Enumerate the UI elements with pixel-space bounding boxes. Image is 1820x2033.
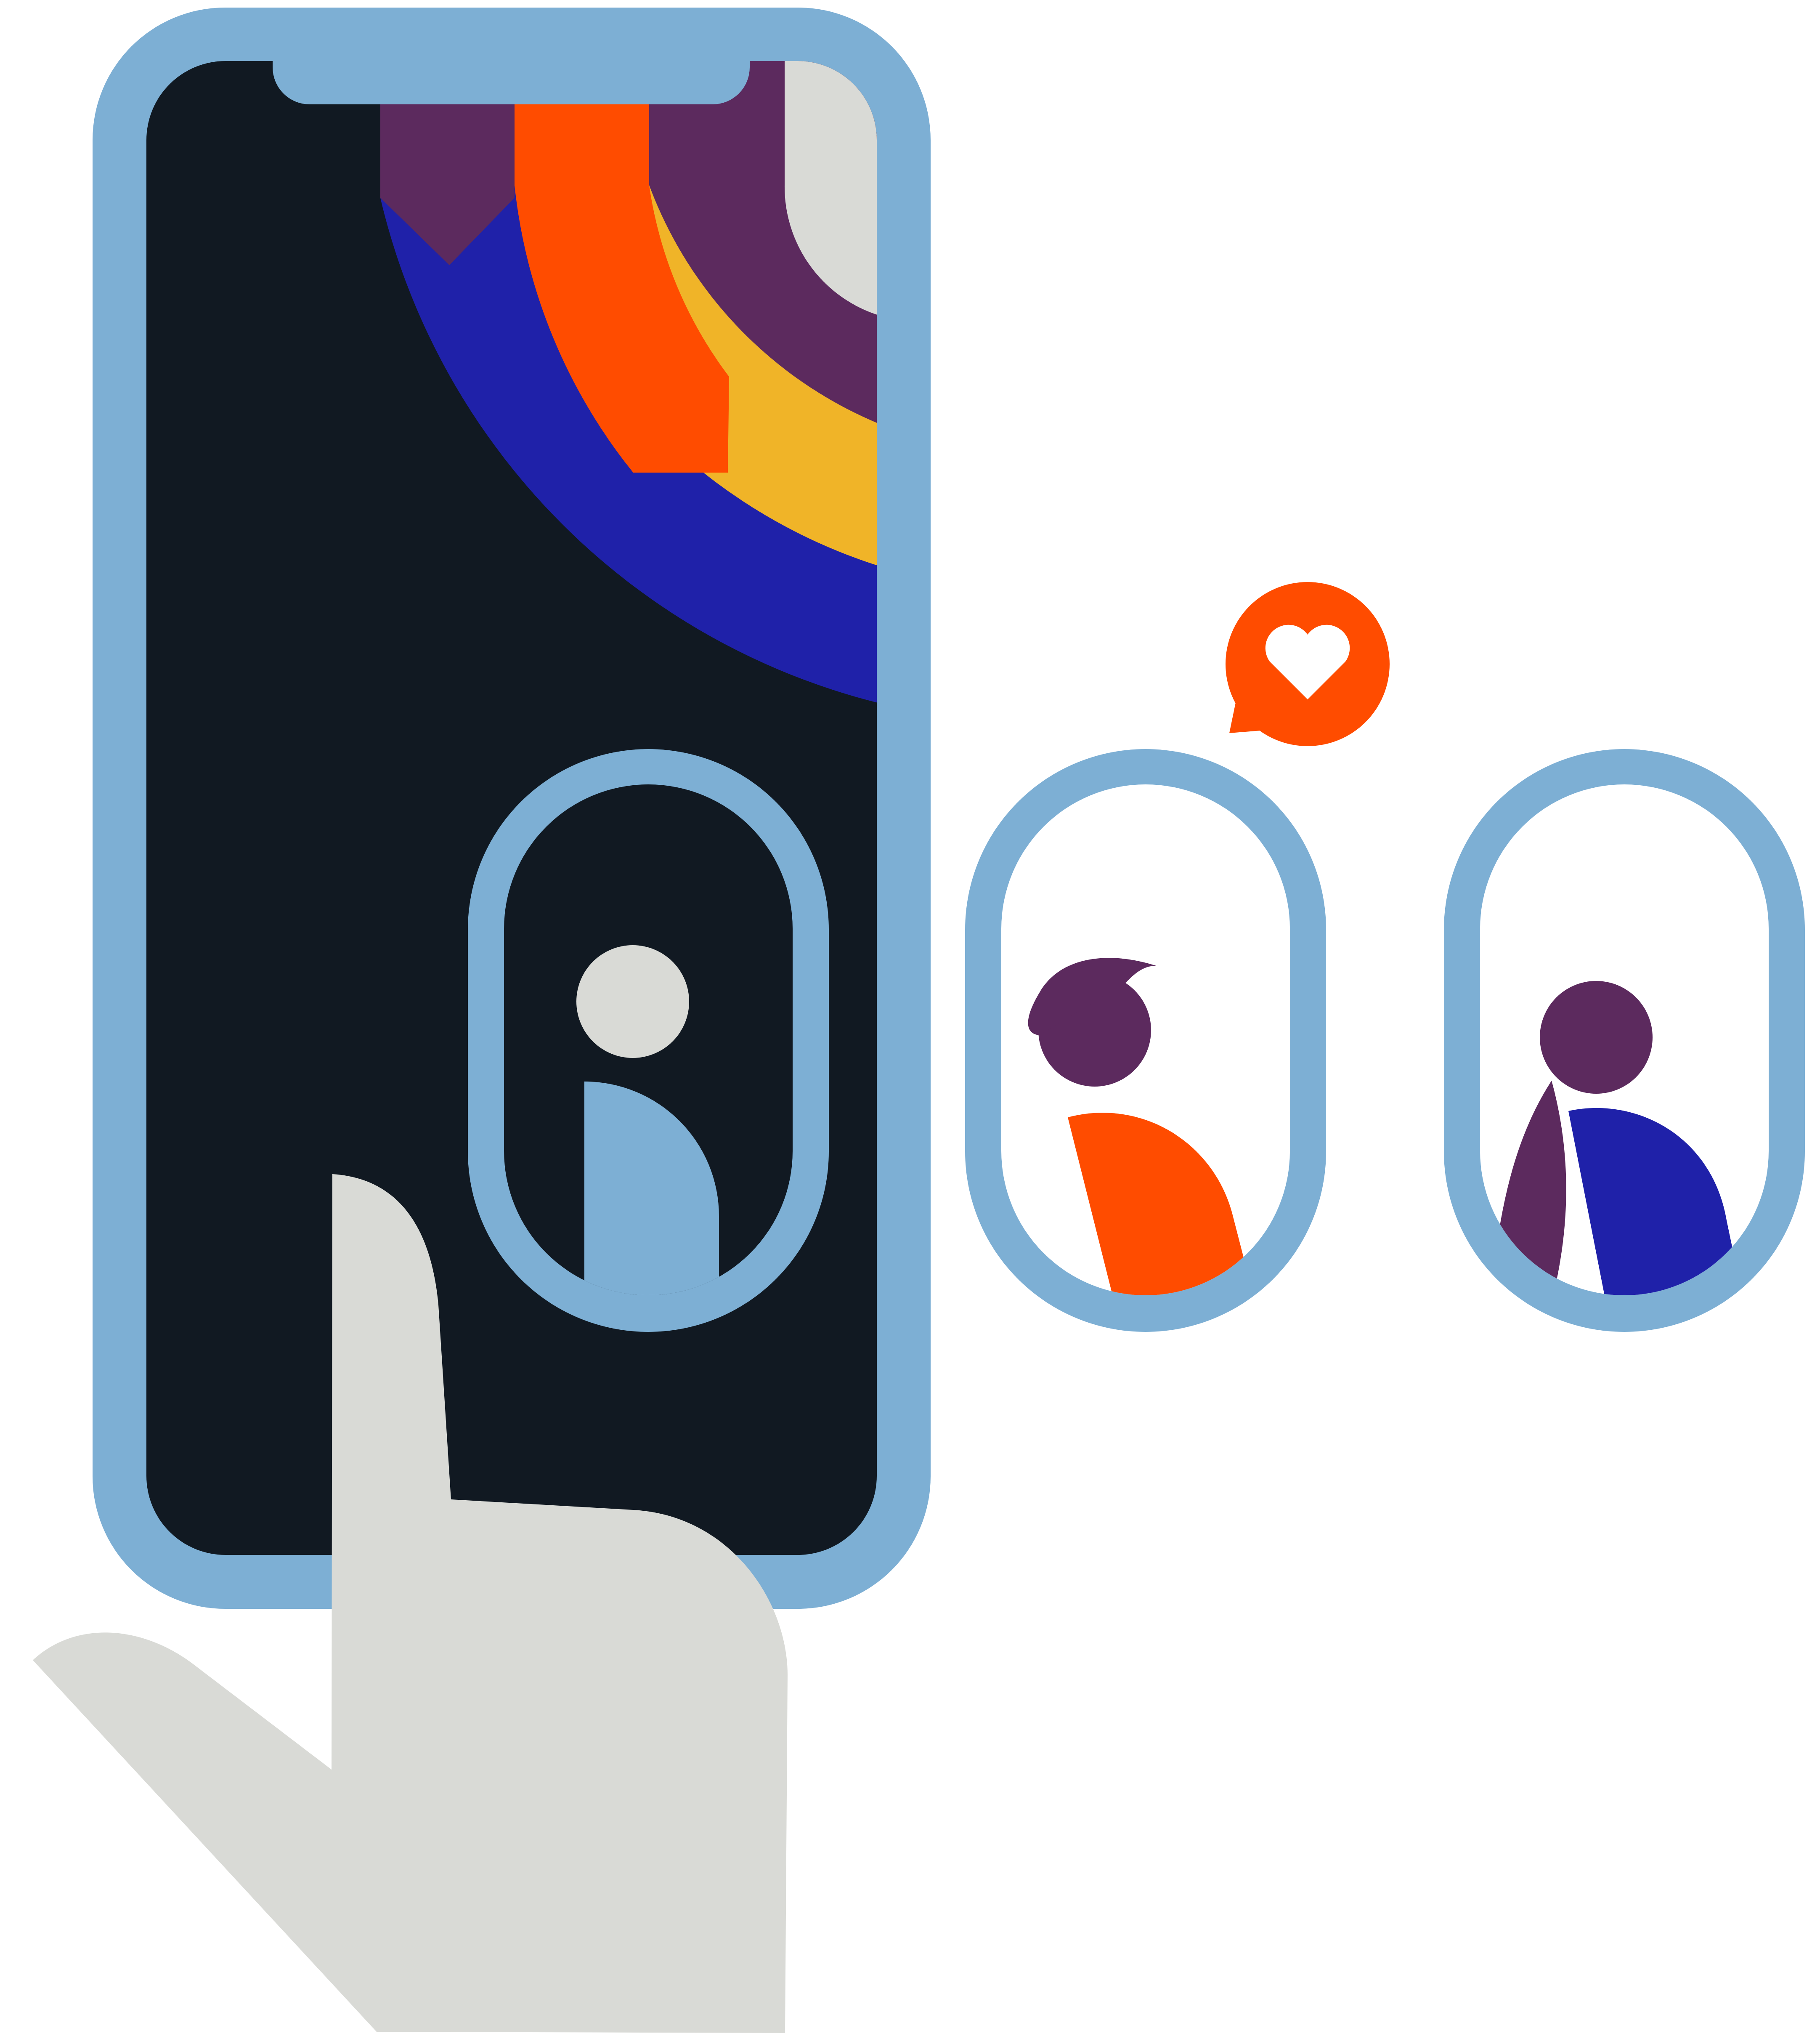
like-reaction-bubble <box>1226 582 1390 746</box>
match-profile-card-2[interactable] <box>1444 749 1805 1332</box>
profile-head <box>576 945 689 1058</box>
self-profile-card[interactable] <box>468 749 829 1332</box>
profile-head <box>1540 981 1653 1094</box>
dating-app-illustration <box>33 8 1805 2033</box>
match-profile-card-1[interactable] <box>965 749 1326 1332</box>
smartphone <box>93 8 931 1609</box>
camera-notch <box>273 50 750 104</box>
